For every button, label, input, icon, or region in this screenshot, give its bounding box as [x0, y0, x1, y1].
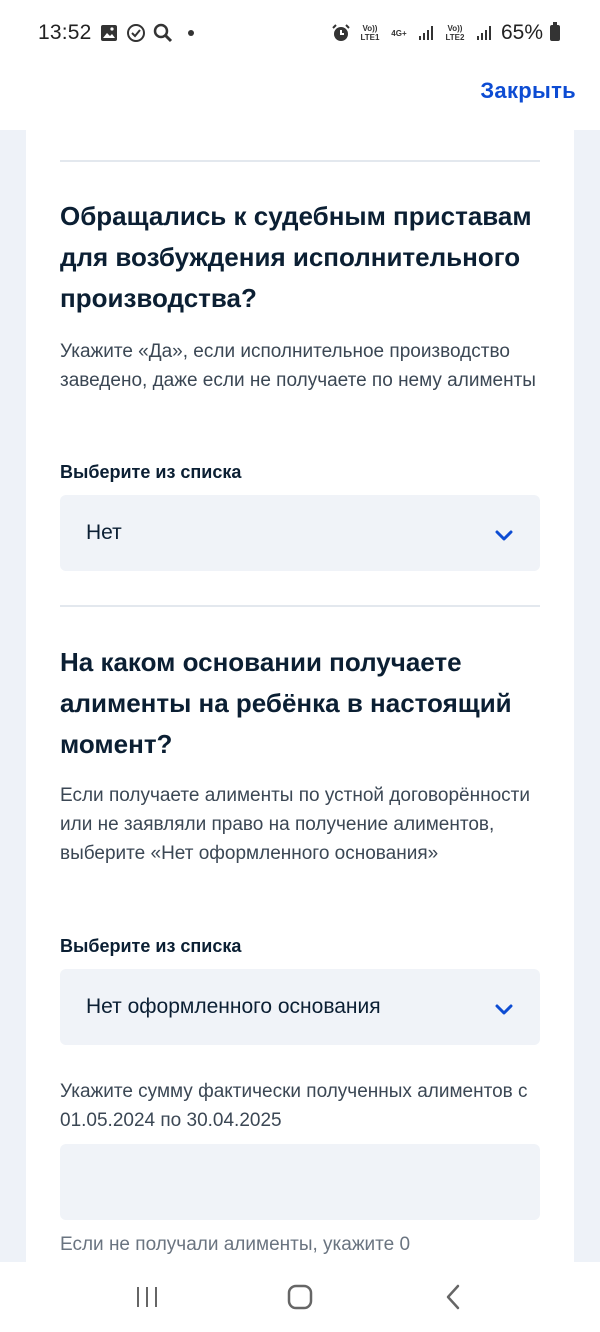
- bailiff-select[interactable]: Нет: [60, 495, 540, 571]
- battery-percent: 65%: [500, 21, 543, 44]
- signal-icon: [416, 23, 436, 43]
- home-button[interactable]: [280, 1277, 320, 1317]
- gallery-icon: [99, 23, 119, 43]
- question-hint: Если получаете алименты по устной догово…: [60, 785, 530, 864]
- search-icon: [153, 23, 173, 43]
- sim2-label: Vo)) LTE2: [445, 24, 465, 42]
- question-title: Обращались к судебным приставам для возб…: [60, 201, 532, 313]
- back-button[interactable]: [433, 1277, 473, 1317]
- divider: [60, 605, 540, 607]
- status-time: 13:52: [38, 21, 92, 44]
- chevron-down-icon: [494, 1003, 514, 1017]
- sim1-label: Vo)) LTE1: [360, 24, 380, 42]
- divider: [60, 160, 540, 162]
- select-value: Нет оформленного основания: [86, 995, 381, 1018]
- check-circle-icon: [126, 23, 146, 43]
- signal-icon: [474, 23, 494, 43]
- close-button[interactable]: Закрыть: [480, 78, 576, 104]
- top-bar: Закрыть: [0, 66, 600, 130]
- select-value: Нет: [86, 521, 122, 544]
- select-label: Выберите из списка: [60, 462, 242, 482]
- question-hint: Укажите «Да», если исполнительное произв…: [60, 341, 536, 391]
- notification-dot-icon: [187, 30, 194, 36]
- status-left: 13:52: [38, 21, 194, 45]
- sum-label: Укажите сумму фактически полученных алим…: [60, 1081, 528, 1131]
- battery-icon: [550, 22, 560, 41]
- navigation-bar: [0, 1262, 600, 1332]
- alimony-basis-select[interactable]: Нет оформленного основания: [60, 969, 540, 1045]
- status-bar: 13:52 Vo)) LTE1 4G+ Vo)) LTE2 65%: [0, 0, 600, 66]
- alarm-icon: [331, 23, 351, 43]
- question-title: На каком основании получаете алименты на…: [60, 647, 512, 759]
- chevron-down-icon: [494, 529, 514, 543]
- network-type: 4G+: [391, 28, 407, 38]
- status-right: Vo)) LTE1 4G+ Vo)) LTE2 65%: [331, 21, 560, 45]
- sum-hint: Если не получали алименты, укажите 0: [60, 1234, 411, 1255]
- form-card: Обращались к судебным приставам для возб…: [26, 130, 574, 1262]
- recent-apps-button[interactable]: [127, 1277, 167, 1317]
- alimony-sum-input[interactable]: [60, 1144, 540, 1220]
- select-label: Выберите из списка: [60, 936, 242, 956]
